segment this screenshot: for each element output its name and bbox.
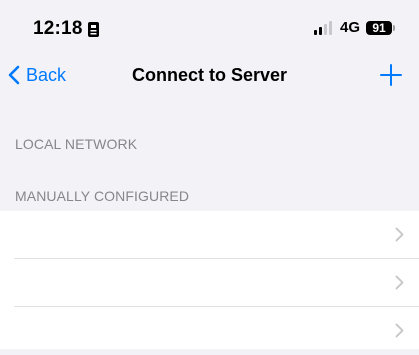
server-list	[0, 211, 419, 349]
status-time: 12:18	[33, 18, 83, 39]
battery-cap	[393, 25, 395, 31]
plus-icon	[380, 64, 402, 86]
server-row[interactable]	[0, 211, 419, 259]
id-card-icon	[87, 21, 99, 37]
chevron-right-icon	[395, 227, 404, 242]
chevron-left-icon	[8, 65, 20, 85]
chevron-right-icon	[395, 323, 404, 338]
add-server-button[interactable]	[380, 64, 402, 86]
battery-icon: 91	[366, 21, 395, 35]
navigation-bar: Back Connect to Server	[0, 54, 419, 98]
back-label: Back	[26, 65, 67, 85]
section-header-manually-configured: MANUALLY CONFIGURED	[15, 188, 190, 204]
chevron-right-icon	[395, 275, 404, 290]
signal-icon	[313, 21, 334, 35]
network-label: 4G	[339, 19, 360, 36]
server-row[interactable]	[0, 259, 419, 307]
section-header-local-network: LOCAL NETWORK	[15, 136, 138, 152]
back-button[interactable]: Back	[8, 62, 66, 88]
status-indicators: 4G 91	[313, 19, 395, 36]
status-bar: 12:18 4G 91	[0, 0, 419, 54]
server-row[interactable]	[0, 307, 419, 355]
battery-level: 91	[372, 21, 386, 35]
time-group: 12:18	[33, 18, 99, 40]
